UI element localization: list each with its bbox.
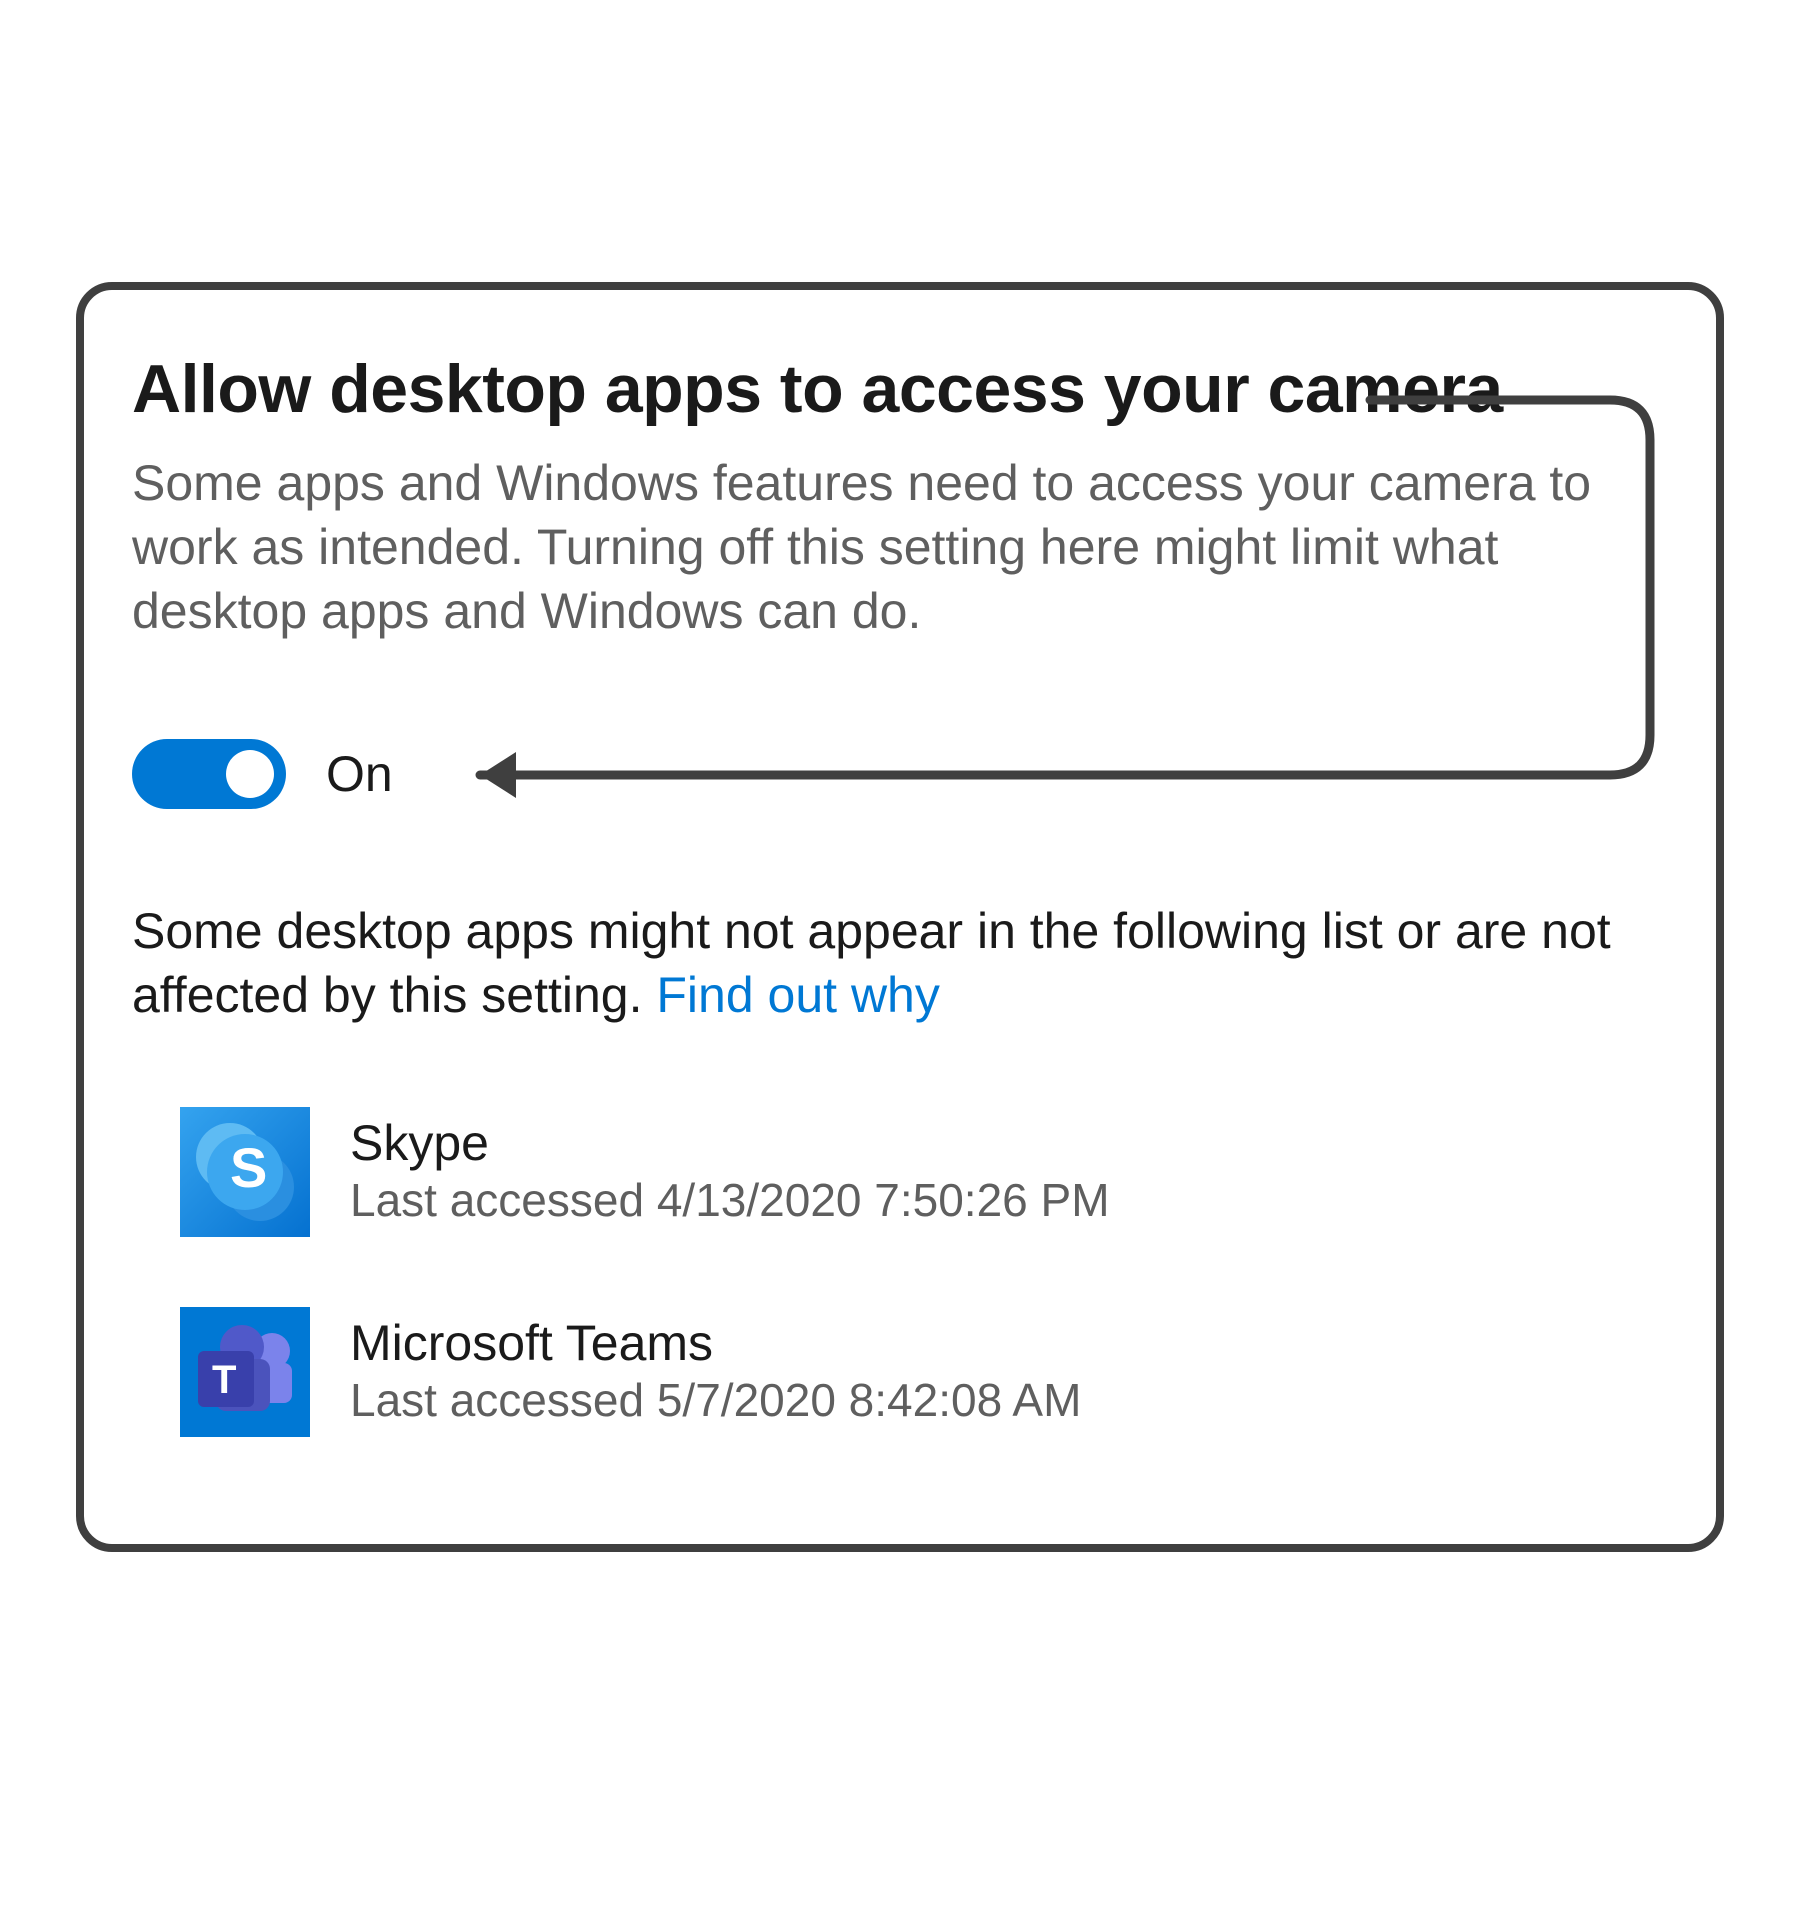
camera-desktop-apps-panel: Allow desktop apps to access your camera… (76, 282, 1724, 1552)
allow-desktop-apps-camera-toggle[interactable] (132, 739, 286, 809)
note-text: Some desktop apps might not appear in th… (132, 899, 1668, 1027)
find-out-why-link[interactable]: Find out why (656, 967, 939, 1023)
teams-icon: T (180, 1307, 310, 1437)
skype-icon-letter: S (230, 1136, 267, 1199)
desktop-app-list: S Skype Last accessed 4/13/2020 7:50:26 … (132, 1107, 1668, 1437)
skype-icon: S (180, 1107, 310, 1237)
app-last-accessed: Last accessed 4/13/2020 7:50:26 PM (350, 1173, 1110, 1228)
teams-icon-letter: T (212, 1358, 236, 1402)
section-title: Allow desktop apps to access your camera (132, 352, 1668, 427)
app-name: Skype (350, 1115, 1110, 1173)
app-last-accessed: Last accessed 5/7/2020 8:42:08 AM (350, 1373, 1081, 1428)
toggle-row: On (132, 739, 1668, 809)
section-description: Some apps and Windows features need to a… (132, 451, 1652, 643)
app-name: Microsoft Teams (350, 1315, 1081, 1373)
toggle-knob-icon (226, 750, 274, 798)
list-item: T Microsoft Teams Last accessed 5/7/2020… (132, 1307, 1668, 1437)
toggle-state-label: On (326, 745, 393, 803)
list-item: S Skype Last accessed 4/13/2020 7:50:26 … (132, 1107, 1668, 1237)
